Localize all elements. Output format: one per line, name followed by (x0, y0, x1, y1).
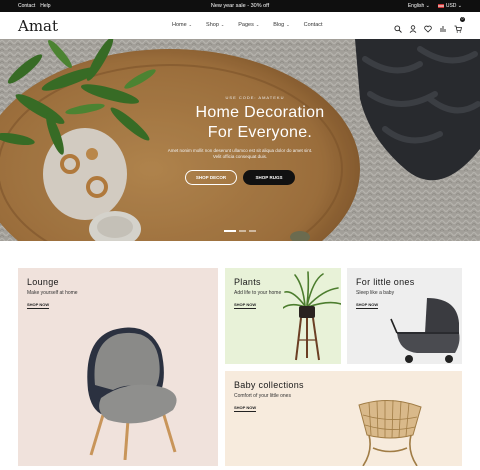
category-title: For little ones (356, 277, 415, 287)
us-flag-icon (437, 3, 444, 8)
hero-eyebrow: USE CODE: AMATEKU (225, 95, 285, 100)
currency-selector[interactable]: USD ⌄ (437, 3, 462, 9)
armchair-image (87, 327, 177, 460)
chevron-down-icon: ⌄ (188, 22, 193, 27)
hero-title: Home Decoration For Everyone. (160, 103, 360, 143)
category-subtitle: Make yourself at home (27, 290, 78, 296)
nav-label: Home (172, 22, 187, 28)
category-subtitle: Add life to your home (234, 290, 282, 296)
shop-now-link[interactable]: SHOP NOW (234, 302, 257, 309)
chevron-down-icon: ⌄ (220, 22, 225, 27)
nav-label: Pages (238, 22, 254, 28)
cart-count-badge: 0 (460, 17, 465, 22)
slider-pagination (224, 230, 256, 232)
potted-plant-image (283, 271, 341, 361)
compare-icon[interactable] (439, 20, 447, 32)
category-card-plants[interactable]: Plants Add life to your home SHOP NOW (225, 268, 341, 364)
category-title: Plants (234, 277, 261, 287)
category-title: Lounge (27, 277, 59, 287)
nav-label: Blog (273, 22, 285, 28)
shop-now-link[interactable]: SHOP NOW (27, 302, 50, 309)
nav-item-home[interactable]: Home ⌄ (172, 22, 192, 28)
chevron-down-icon: ⌄ (255, 22, 260, 27)
hero-title-line-1: Home Decoration (195, 104, 325, 121)
shop-now-link[interactable]: SHOP NOW (234, 405, 257, 412)
hero-banner: USE CODE: AMATEKU Home Decoration For Ev… (0, 39, 480, 241)
slide-dot-2[interactable] (239, 230, 246, 232)
currency-label: USD (445, 3, 457, 9)
shop-now-link[interactable]: SHOP NOW (356, 302, 379, 309)
language-label: English (407, 3, 425, 9)
hero-description: Amet nonim mollit non deserunt ullamco e… (167, 148, 313, 159)
stroller-image (390, 298, 460, 363)
category-subtitle: Comfort of your little ones (234, 393, 291, 399)
chevron-down-icon: ⌄ (457, 3, 462, 9)
chevron-down-icon: ⌄ (286, 22, 290, 27)
slide-dot-3[interactable] (249, 230, 256, 232)
category-title: Baby collections (234, 380, 304, 390)
nav-item-contact[interactable]: Contact (304, 22, 323, 28)
announcement-bar: Contact Help New year sale - 30% off Eng… (0, 0, 480, 12)
chevron-down-icon: ⌄ (425, 3, 430, 9)
category-card-baby-collections[interactable]: Baby collections Comfort of your little … (225, 371, 462, 466)
site-header: Amat Home ⌄ Shop ⌄ Pages ⌄ Blog ⌄ Contact 0 (0, 12, 480, 39)
hero-title-line-2: For Everyone. (207, 124, 313, 141)
user-icon[interactable] (409, 20, 417, 33)
shop-rugs-button[interactable]: SHOP RUGS (243, 170, 295, 185)
wicker-cradle-image (358, 399, 422, 466)
nav-item-shop[interactable]: Shop ⌄ (206, 22, 224, 28)
site-logo[interactable]: Amat (18, 17, 58, 35)
nav-label: Shop (206, 22, 219, 28)
header-tools: 0 (394, 17, 465, 33)
heart-icon[interactable] (424, 20, 432, 33)
nav-item-pages[interactable]: Pages ⌄ (238, 22, 259, 28)
category-card-lounge[interactable]: Lounge Make yourself at home SHOP NOW (18, 268, 218, 466)
nav-item-blog[interactable]: Blog ⌄ (273, 22, 289, 28)
search-icon[interactable] (394, 20, 402, 33)
slide-dot-1[interactable] (224, 230, 236, 232)
category-card-little-ones[interactable]: For little ones Sleep like a baby SHOP N… (347, 268, 462, 364)
shop-decor-button[interactable]: SHOP DECOR (185, 170, 237, 185)
nav-label: Contact (303, 22, 323, 28)
language-selector[interactable]: English ⌄ (408, 3, 430, 9)
cart-icon[interactable]: 0 (454, 17, 465, 33)
main-nav: Home ⌄ Shop ⌄ Pages ⌄ Blog ⌄ Contact (172, 22, 323, 28)
topbar-settings: English ⌄ USD ⌄ (408, 3, 462, 9)
